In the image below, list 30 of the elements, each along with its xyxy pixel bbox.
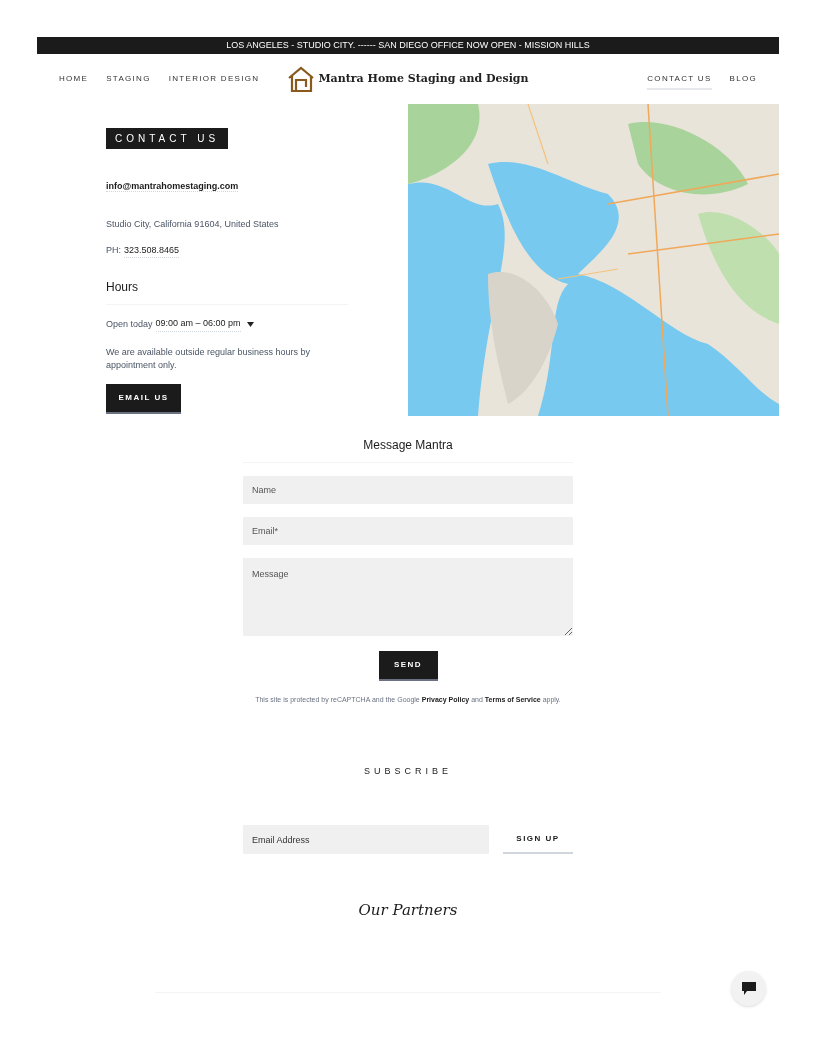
hours-heading: Hours <box>106 278 348 305</box>
nav-link[interactable]: INTERIOR DESIGN <box>168 73 260 90</box>
contact-heading: CONTACT US <box>106 128 229 149</box>
availability-note: We are available outside regular business hours by appointment only. <box>106 345 311 372</box>
sign-up-button[interactable]: SIGN UP <box>503 825 573 854</box>
email-address-field[interactable]: Email Address <box>243 825 489 854</box>
email-us-button[interactable]: EMAIL US <box>106 383 181 414</box>
caret-icon[interactable] <box>246 321 254 327</box>
form-title: Message Mantra <box>243 436 573 463</box>
message-field[interactable]: Message <box>243 558 573 636</box>
nav-link[interactable]: STAGING <box>106 73 151 90</box>
subscribe-heading: SUBSCRIBE <box>363 764 453 778</box>
email-link[interactable]: info@mantrahomestaging.com <box>106 181 239 192</box>
phone-link[interactable]: 323.508.8465 <box>124 243 180 258</box>
chat-button[interactable] <box>731 971 766 1006</box>
nav-link[interactable]: CONTACT US <box>647 73 712 90</box>
chat-bubble-icon <box>741 982 756 995</box>
partners-heading: Our Partners <box>357 900 459 921</box>
input-field[interactable]: Name <box>243 476 573 504</box>
announcement-text: LOS ANGELES - STUDIO CITY. ------ SAN DIEGO OFFICE NOW OPEN - MISSION HILLS <box>226 38 590 52</box>
nav-link[interactable]: BLOG <box>729 73 757 90</box>
address-text: Studio City, California 91604, United States <box>106 218 280 231</box>
hours-dropdown[interactable]: 09:00 am – 06:00 pm <box>155 317 241 332</box>
phone-label: PH: <box>106 243 121 257</box>
house-logo-icon[interactable] <box>287 65 316 93</box>
site-title[interactable]: Mantra Home Staging and Design <box>318 70 529 88</box>
send-button[interactable]: SEND <box>378 651 438 681</box>
open-today-label: Open today <box>106 317 153 331</box>
nav-link[interactable]: HOME <box>59 73 89 90</box>
input-field[interactable]: Email* <box>243 517 573 545</box>
